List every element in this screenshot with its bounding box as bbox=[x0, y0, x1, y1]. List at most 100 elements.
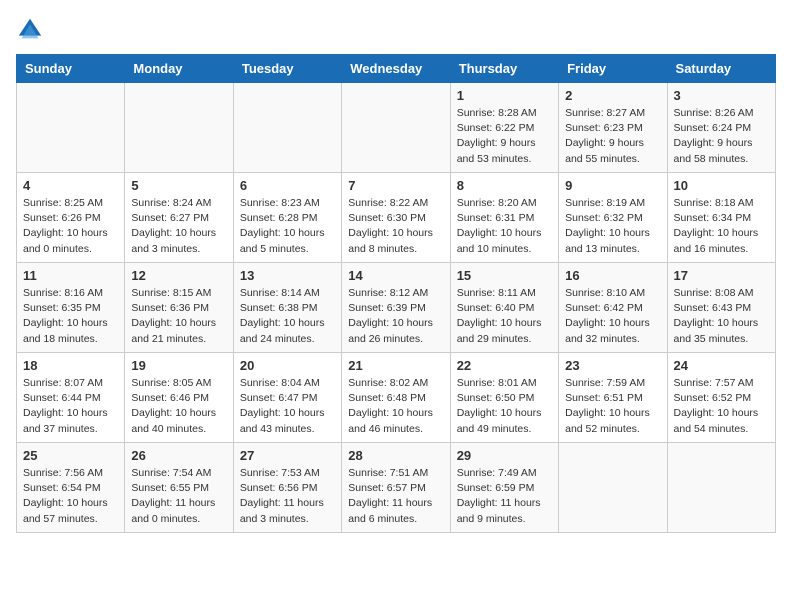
day-number: 17 bbox=[674, 268, 769, 283]
day-info: Sunrise: 8:01 AM Sunset: 6:50 PM Dayligh… bbox=[457, 376, 552, 437]
calendar-cell: 12 Sunrise: 8:15 AM Sunset: 6:36 PM Dayli… bbox=[125, 263, 233, 353]
day-number: 29 bbox=[457, 448, 552, 463]
week-row-5: 25Sunrise: 7:56 AM Sunset: 6:54 PM Dayli… bbox=[17, 443, 776, 533]
col-header-tuesday: Tuesday bbox=[233, 55, 341, 83]
day-info: Sunrise: 7:56 AM Sunset: 6:54 PM Dayligh… bbox=[23, 466, 118, 527]
calendar-cell: 10Sunrise: 8:18 AM Sunset: 6:34 PM Dayli… bbox=[667, 173, 775, 263]
calendar-cell: 15 Sunrise: 8:11 AM Sunset: 6:40 PM Dayli… bbox=[450, 263, 558, 353]
day-info: Sunrise: 7:51 AM Sunset: 6:57 PM Dayligh… bbox=[348, 466, 443, 527]
day-info: Sunrise: 7:54 AM Sunset: 6:55 PM Dayligh… bbox=[131, 466, 226, 527]
day-info: Sunrise: 8:12 AM Sunset: 6:39 PM Dayligh… bbox=[348, 286, 443, 347]
week-row-2: 4 Sunrise: 8:25 AM Sunset: 6:26 PM Daylig… bbox=[17, 173, 776, 263]
calendar-cell: 3 Sunrise: 8:26 AM Sunset: 6:24 PM Daylig… bbox=[667, 83, 775, 173]
calendar-cell: 9 Sunrise: 8:19 AM Sunset: 6:32 PM Daylig… bbox=[559, 173, 667, 263]
day-number: 8 bbox=[457, 178, 552, 193]
day-number: 21 bbox=[348, 358, 443, 373]
day-number: 12 bbox=[131, 268, 226, 283]
week-row-3: 11 Sunrise: 8:16 AM Sunset: 6:35 PM Dayli… bbox=[17, 263, 776, 353]
day-info: Sunrise: 8:10 AM Sunset: 6:42 PM Dayligh… bbox=[565, 286, 660, 347]
col-header-thursday: Thursday bbox=[450, 55, 558, 83]
day-info: Sunrise: 7:53 AM Sunset: 6:56 PM Dayligh… bbox=[240, 466, 335, 527]
calendar-cell: 18 Sunrise: 8:07 AM Sunset: 6:44 PM Dayli… bbox=[17, 353, 125, 443]
day-info: Sunrise: 8:04 AM Sunset: 6:47 PM Dayligh… bbox=[240, 376, 335, 437]
calendar-table: SundayMondayTuesdayWednesdayThursdayFrid… bbox=[16, 54, 776, 533]
day-number: 26 bbox=[131, 448, 226, 463]
day-info: Sunrise: 8:16 AM Sunset: 6:35 PM Dayligh… bbox=[23, 286, 118, 347]
day-info: Sunrise: 8:27 AM Sunset: 6:23 PM Dayligh… bbox=[565, 106, 660, 167]
day-number: 20 bbox=[240, 358, 335, 373]
calendar-cell bbox=[233, 83, 341, 173]
header bbox=[16, 16, 776, 44]
calendar-cell: 28 Sunrise: 7:51 AM Sunset: 6:57 PM Dayli… bbox=[342, 443, 450, 533]
col-header-monday: Monday bbox=[125, 55, 233, 83]
calendar-cell: 7 Sunrise: 8:22 AM Sunset: 6:30 PM Daylig… bbox=[342, 173, 450, 263]
day-info: Sunrise: 8:26 AM Sunset: 6:24 PM Dayligh… bbox=[674, 106, 769, 167]
day-number: 3 bbox=[674, 88, 769, 103]
day-info: Sunrise: 8:07 AM Sunset: 6:44 PM Dayligh… bbox=[23, 376, 118, 437]
day-number: 10 bbox=[674, 178, 769, 193]
day-info: Sunrise: 8:22 AM Sunset: 6:30 PM Dayligh… bbox=[348, 196, 443, 257]
day-number: 6 bbox=[240, 178, 335, 193]
day-info: Sunrise: 8:14 AM Sunset: 6:38 PM Dayligh… bbox=[240, 286, 335, 347]
calendar-cell: 13 Sunrise: 8:14 AM Sunset: 6:38 PM Dayli… bbox=[233, 263, 341, 353]
day-number: 2 bbox=[565, 88, 660, 103]
calendar-cell: 14 Sunrise: 8:12 AM Sunset: 6:39 PM Dayli… bbox=[342, 263, 450, 353]
day-info: Sunrise: 8:11 AM Sunset: 6:40 PM Dayligh… bbox=[457, 286, 552, 347]
calendar-cell: 16 Sunrise: 8:10 AM Sunset: 6:42 PM Dayli… bbox=[559, 263, 667, 353]
calendar-cell: 2 Sunrise: 8:27 AM Sunset: 6:23 PM Daylig… bbox=[559, 83, 667, 173]
calendar-cell: 1Sunrise: 8:28 AM Sunset: 6:22 PM Daylig… bbox=[450, 83, 558, 173]
calendar-cell: 19Sunrise: 8:05 AM Sunset: 6:46 PM Dayli… bbox=[125, 353, 233, 443]
day-number: 18 bbox=[23, 358, 118, 373]
day-info: Sunrise: 7:57 AM Sunset: 6:52 PM Dayligh… bbox=[674, 376, 769, 437]
calendar-cell: 25Sunrise: 7:56 AM Sunset: 6:54 PM Dayli… bbox=[17, 443, 125, 533]
col-header-friday: Friday bbox=[559, 55, 667, 83]
day-number: 16 bbox=[565, 268, 660, 283]
day-number: 7 bbox=[348, 178, 443, 193]
calendar-cell: 5 Sunrise: 8:24 AM Sunset: 6:27 PM Daylig… bbox=[125, 173, 233, 263]
day-info: Sunrise: 8:24 AM Sunset: 6:27 PM Dayligh… bbox=[131, 196, 226, 257]
day-number: 9 bbox=[565, 178, 660, 193]
day-number: 11 bbox=[23, 268, 118, 283]
col-header-wednesday: Wednesday bbox=[342, 55, 450, 83]
week-row-1: 1Sunrise: 8:28 AM Sunset: 6:22 PM Daylig… bbox=[17, 83, 776, 173]
day-info: Sunrise: 8:25 AM Sunset: 6:26 PM Dayligh… bbox=[23, 196, 118, 257]
calendar-cell bbox=[559, 443, 667, 533]
col-header-sunday: Sunday bbox=[17, 55, 125, 83]
day-number: 24 bbox=[674, 358, 769, 373]
calendar-cell bbox=[125, 83, 233, 173]
day-info: Sunrise: 7:59 AM Sunset: 6:51 PM Dayligh… bbox=[565, 376, 660, 437]
calendar-cell: 8Sunrise: 8:20 AM Sunset: 6:31 PM Daylig… bbox=[450, 173, 558, 263]
day-info: Sunrise: 7:49 AM Sunset: 6:59 PM Dayligh… bbox=[457, 466, 552, 527]
day-number: 28 bbox=[348, 448, 443, 463]
day-info: Sunrise: 8:08 AM Sunset: 6:43 PM Dayligh… bbox=[674, 286, 769, 347]
calendar-cell: 20 Sunrise: 8:04 AM Sunset: 6:47 PM Dayli… bbox=[233, 353, 341, 443]
week-row-4: 18 Sunrise: 8:07 AM Sunset: 6:44 PM Dayli… bbox=[17, 353, 776, 443]
day-number: 15 bbox=[457, 268, 552, 283]
calendar-cell: 17 Sunrise: 8:08 AM Sunset: 6:43 PM Dayli… bbox=[667, 263, 775, 353]
day-number: 22 bbox=[457, 358, 552, 373]
day-info: Sunrise: 8:23 AM Sunset: 6:28 PM Dayligh… bbox=[240, 196, 335, 257]
day-number: 14 bbox=[348, 268, 443, 283]
calendar-cell: 27Sunrise: 7:53 AM Sunset: 6:56 PM Dayli… bbox=[233, 443, 341, 533]
calendar-cell: 11 Sunrise: 8:16 AM Sunset: 6:35 PM Dayli… bbox=[17, 263, 125, 353]
day-info: Sunrise: 8:05 AM Sunset: 6:46 PM Dayligh… bbox=[131, 376, 226, 437]
logo bbox=[16, 16, 48, 44]
calendar-cell bbox=[667, 443, 775, 533]
day-info: Sunrise: 8:19 AM Sunset: 6:32 PM Dayligh… bbox=[565, 196, 660, 257]
calendar-cell: 22 Sunrise: 8:01 AM Sunset: 6:50 PM Dayli… bbox=[450, 353, 558, 443]
day-number: 5 bbox=[131, 178, 226, 193]
calendar-cell: 4 Sunrise: 8:25 AM Sunset: 6:26 PM Daylig… bbox=[17, 173, 125, 263]
calendar-cell bbox=[17, 83, 125, 173]
calendar-cell: 29 Sunrise: 7:49 AM Sunset: 6:59 PM Dayli… bbox=[450, 443, 558, 533]
day-number: 4 bbox=[23, 178, 118, 193]
logo-icon bbox=[16, 16, 44, 44]
day-info: Sunrise: 8:02 AM Sunset: 6:48 PM Dayligh… bbox=[348, 376, 443, 437]
day-number: 23 bbox=[565, 358, 660, 373]
col-header-saturday: Saturday bbox=[667, 55, 775, 83]
calendar-cell: 6 Sunrise: 8:23 AM Sunset: 6:28 PM Daylig… bbox=[233, 173, 341, 263]
day-number: 1 bbox=[457, 88, 552, 103]
day-info: Sunrise: 8:15 AM Sunset: 6:36 PM Dayligh… bbox=[131, 286, 226, 347]
header-row: SundayMondayTuesdayWednesdayThursdayFrid… bbox=[17, 55, 776, 83]
calendar-cell: 21 Sunrise: 8:02 AM Sunset: 6:48 PM Dayli… bbox=[342, 353, 450, 443]
day-number: 13 bbox=[240, 268, 335, 283]
